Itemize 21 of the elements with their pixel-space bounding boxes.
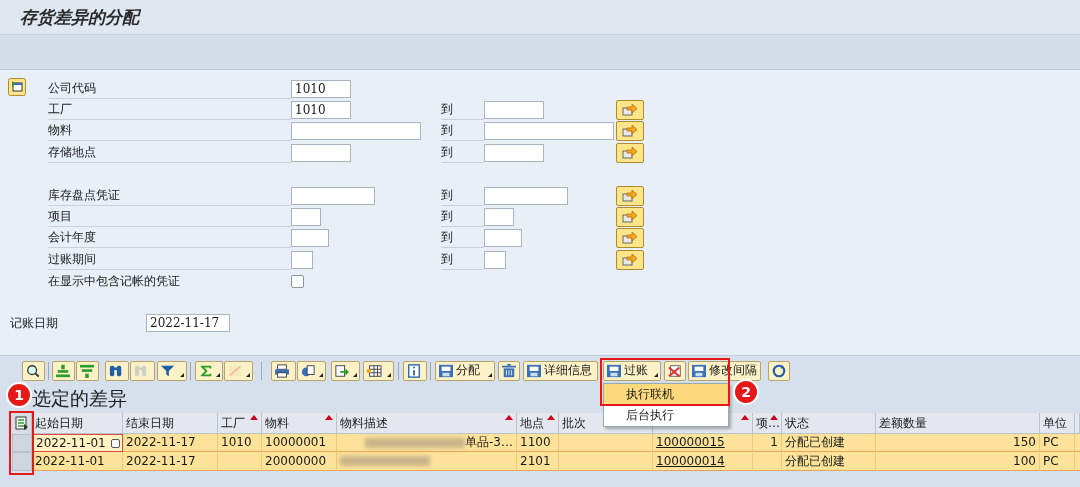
table-cell: 20000000 [262, 452, 337, 471]
table-cell: PC [1040, 452, 1075, 471]
field-label: 工厂 [48, 100, 291, 121]
field-label: 公司代码 [48, 78, 291, 99]
table-cell: 2022-11-01 [32, 452, 123, 471]
table-cell: 2022-11-17 [123, 452, 218, 471]
field-label: 记账日期 [10, 314, 59, 332]
description-text: 单品-3… [465, 434, 513, 452]
table-title: 选定的差异 [32, 386, 127, 409]
field-label: 库存盘点凭证 [48, 185, 291, 206]
field-label: 存储地点 [48, 142, 291, 163]
field-label: 物料 [48, 121, 291, 142]
table-cell: 100 [876, 452, 1040, 471]
table-cell: 分配已创建 [782, 452, 876, 471]
field-label: 过账期间 [48, 249, 291, 270]
field-label: 项目 [48, 207, 291, 228]
step-badge: 1 [6, 381, 32, 408]
table-cell: 2101 [517, 452, 559, 471]
field-label: 会计年度 [48, 228, 291, 249]
checkbox-label: 在显示中包含记帐的凭证 [48, 272, 181, 290]
window-title: 存货差异的分配 [20, 5, 139, 29]
